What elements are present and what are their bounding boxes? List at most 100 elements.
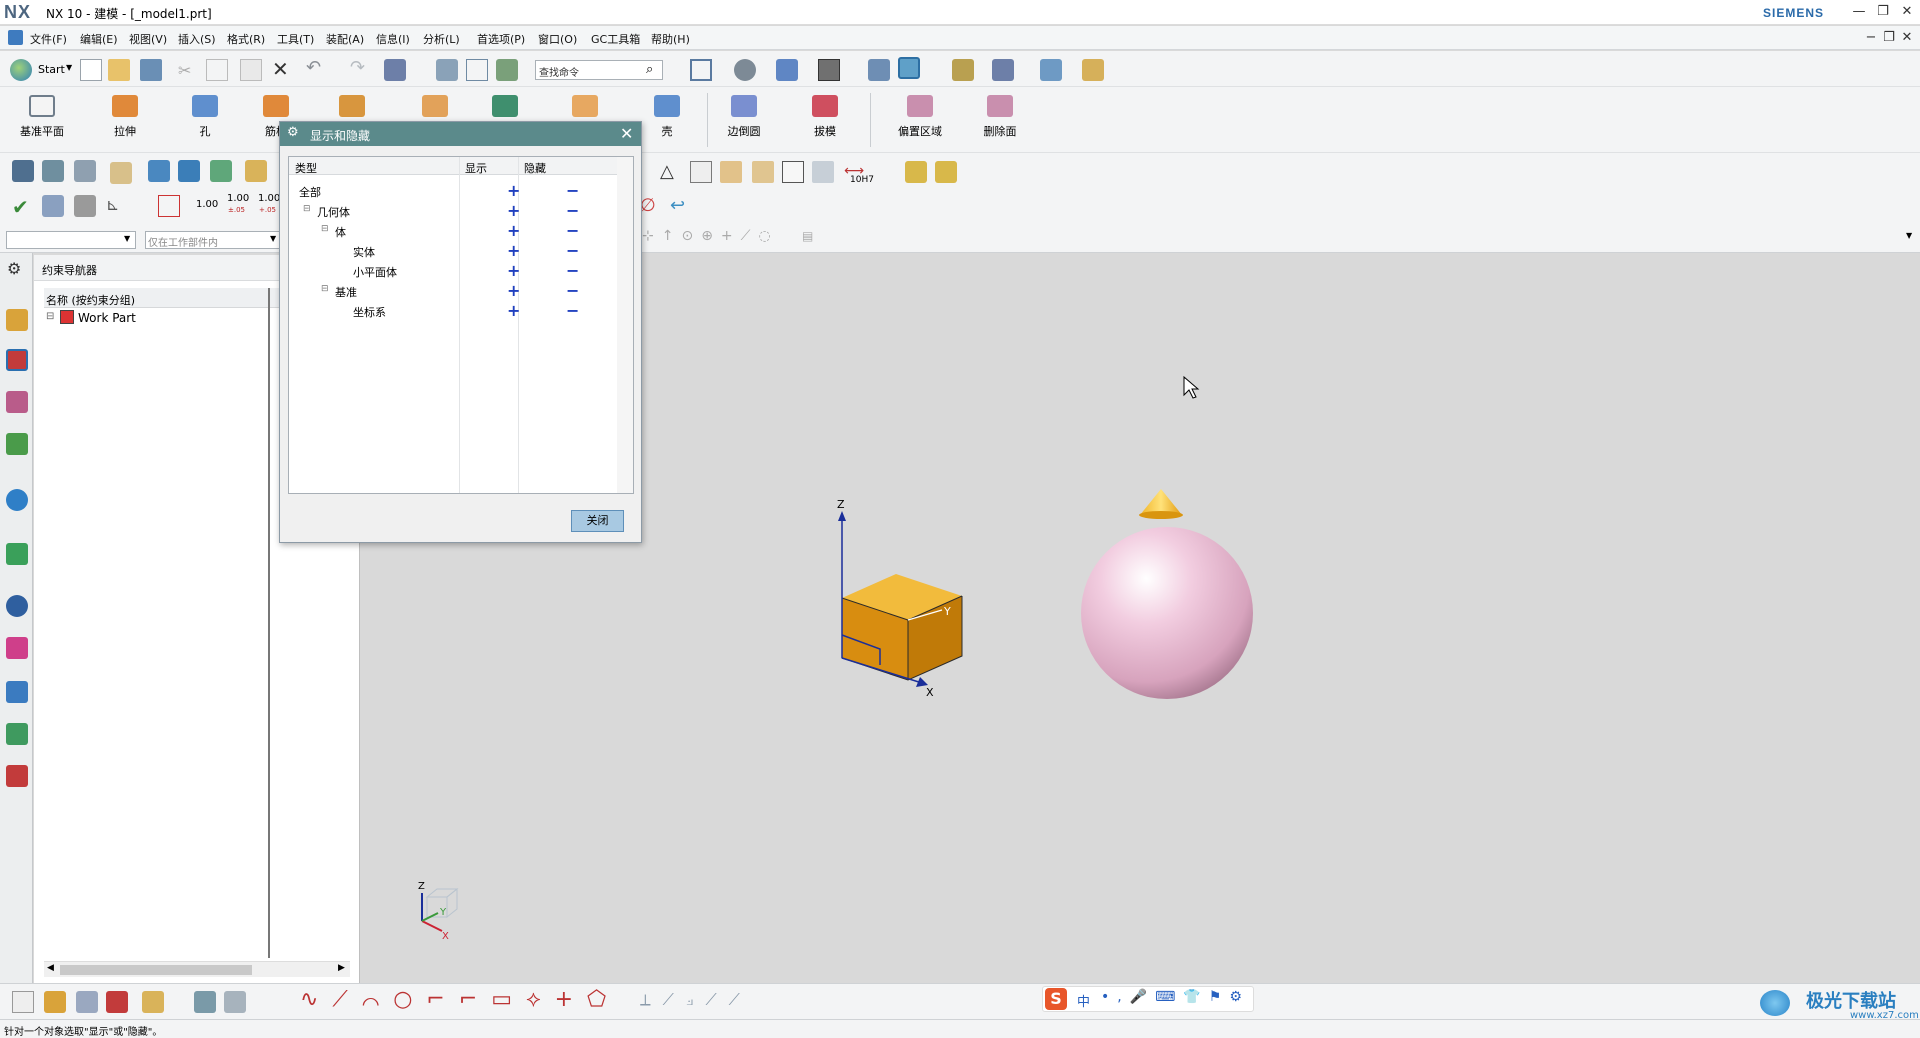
web-browser-icon[interactable] bbox=[6, 543, 28, 565]
menu-assembly[interactable]: 装配(A) bbox=[326, 31, 364, 47]
show-plus-icon[interactable]: + bbox=[507, 301, 520, 320]
orient-view-icon[interactable] bbox=[776, 59, 798, 81]
menu-format[interactable]: 格式(R) bbox=[227, 31, 265, 47]
show-plus-icon[interactable]: + bbox=[507, 181, 520, 200]
paste-icon[interactable] bbox=[240, 59, 262, 81]
render-style-icon[interactable] bbox=[734, 59, 756, 81]
table-icon[interactable] bbox=[690, 161, 712, 183]
system-scene-icon[interactable] bbox=[6, 765, 28, 787]
show-plus-icon[interactable]: + bbox=[507, 241, 520, 260]
type-filter-dropdown[interactable]: ▼ bbox=[6, 231, 136, 249]
visualization-icon[interactable] bbox=[952, 59, 974, 81]
menu-analysis[interactable]: 分析(L) bbox=[423, 31, 460, 47]
hide-minus-icon[interactable]: − bbox=[566, 261, 579, 280]
datum-plane-button[interactable]: 基准平面 bbox=[12, 89, 72, 143]
note-icon[interactable] bbox=[782, 161, 804, 183]
tool-icon[interactable] bbox=[178, 160, 200, 182]
menu-gc-toolbox[interactable]: GC工具箱 bbox=[591, 31, 640, 47]
constraint-navigator-icon[interactable] bbox=[6, 349, 28, 371]
settings-gear-icon[interactable]: ⚙ bbox=[7, 259, 21, 278]
doc-close-button[interactable]: ✕ bbox=[1896, 29, 1918, 47]
ime-toolbar[interactable]: S 中 •,🎤⌨👕⚑⚙ bbox=[1042, 986, 1254, 1012]
delete-icon[interactable]: ✕ bbox=[272, 57, 294, 81]
dim-value-2[interactable]: 1.00 bbox=[227, 193, 249, 204]
menu-insert[interactable]: 插入(S) bbox=[178, 31, 216, 47]
sphere-body[interactable] bbox=[1081, 527, 1253, 699]
column-divider[interactable] bbox=[268, 288, 270, 958]
symbol-icon[interactable] bbox=[752, 161, 774, 183]
finish-sketch-icon[interactable] bbox=[224, 991, 246, 1013]
menu-tools[interactable]: 工具(T) bbox=[277, 31, 314, 47]
redo-icon[interactable]: ↷ bbox=[350, 57, 372, 79]
col-hide-header[interactable]: 隐藏 bbox=[524, 160, 546, 176]
show-plus-icon[interactable]: + bbox=[507, 221, 520, 240]
gc-tool2-icon[interactable] bbox=[935, 161, 957, 183]
scroll-right-icon[interactable]: ▶ bbox=[338, 963, 345, 973]
selection-filter-icon[interactable] bbox=[992, 59, 1014, 81]
start-dropdown-icon[interactable]: ▼ bbox=[66, 63, 72, 72]
annotation-icon[interactable] bbox=[720, 161, 742, 183]
layer-settings-icon[interactable] bbox=[42, 160, 64, 182]
edge-blend-button[interactable]: 边倒圆 bbox=[714, 89, 774, 143]
grid-table-icon[interactable] bbox=[74, 195, 96, 217]
command-search-input[interactable]: 查找命令 ⌕ bbox=[535, 60, 663, 80]
snap-point-icons[interactable]: ⊹↑⊙⊕+⟋◌ bbox=[642, 228, 779, 244]
dialog-title-bar[interactable]: ⚙ 显示和隐藏 ✕ bbox=[280, 122, 641, 146]
dim-value-1[interactable]: 1.00 bbox=[196, 199, 218, 210]
edit-section-icon[interactable] bbox=[868, 59, 890, 81]
start-button[interactable]: Start bbox=[38, 63, 65, 76]
circle-slash-icon[interactable]: ∅ bbox=[640, 195, 662, 217]
restore-button[interactable]: ❐ bbox=[1872, 3, 1894, 21]
toolbar-overflow-icon[interactable]: ▼ bbox=[1906, 231, 1912, 240]
delete-face-button[interactable]: 删除面 bbox=[970, 89, 1030, 143]
hide-minus-icon[interactable]: − bbox=[566, 201, 579, 220]
window-icon[interactable] bbox=[466, 59, 488, 81]
axis-icon[interactable]: ⊾ bbox=[106, 195, 128, 217]
background-icon[interactable] bbox=[818, 59, 840, 81]
col-show-header[interactable]: 显示 bbox=[465, 160, 487, 176]
brush-icon[interactable] bbox=[812, 161, 834, 183]
show-plus-icon[interactable]: + bbox=[507, 261, 520, 280]
start-icon[interactable] bbox=[10, 59, 32, 81]
sketch-curve-tools[interactable]: ∿⟋⌒○⌐⌐▭⟡+⬠ bbox=[300, 987, 620, 1012]
cut-icon[interactable]: ✂ bbox=[178, 61, 200, 83]
return-arrow-icon[interactable]: ↩ bbox=[670, 195, 692, 217]
menu-view[interactable]: 视图(V) bbox=[129, 31, 167, 47]
hand-icon[interactable] bbox=[110, 162, 132, 184]
horizontal-scrollbar[interactable]: ◀ ▶ bbox=[44, 961, 350, 977]
component-array-icon[interactable] bbox=[142, 991, 164, 1013]
draft-button[interactable]: 拔模 bbox=[795, 89, 855, 143]
assembly-navigator-icon[interactable] bbox=[6, 309, 28, 331]
layer-icon[interactable] bbox=[496, 59, 518, 81]
hide-minus-icon[interactable]: − bbox=[566, 181, 579, 200]
type-row[interactable]: ⊟ 基准 + − bbox=[291, 281, 631, 301]
app-menu-icon[interactable] bbox=[8, 30, 23, 45]
roles-icon[interactable] bbox=[6, 723, 28, 745]
col-type-header[interactable]: 类型 bbox=[295, 160, 317, 176]
ime-language[interactable]: 中 bbox=[1077, 991, 1090, 1010]
tree-toggle-icon[interactable]: ⊟ bbox=[321, 224, 329, 234]
dialog-close-button[interactable]: 关闭 bbox=[571, 510, 624, 532]
type-row[interactable]: 全部 + − bbox=[291, 181, 631, 201]
collapse-icon[interactable]: ⊟ bbox=[46, 311, 54, 322]
minimize-button[interactable]: — bbox=[1848, 3, 1870, 21]
hide-minus-icon[interactable]: − bbox=[566, 241, 579, 260]
gc-tool-icon[interactable] bbox=[905, 161, 927, 183]
menu-help[interactable]: 帮助(H) bbox=[651, 31, 690, 47]
scrollbar-thumb[interactable] bbox=[60, 965, 252, 975]
sketch-icon[interactable] bbox=[194, 991, 216, 1013]
sogou-logo-icon[interactable]: S bbox=[1045, 988, 1067, 1010]
type-row[interactable]: ⊟ 几何体 + − bbox=[291, 201, 631, 221]
check-icon[interactable]: ✔ bbox=[12, 195, 34, 219]
type-row[interactable]: 实体 + − bbox=[291, 241, 631, 261]
add-component-icon[interactable] bbox=[44, 991, 66, 1013]
close-window-button[interactable]: ✕ bbox=[1896, 3, 1918, 21]
hd3d-tools-icon[interactable] bbox=[6, 489, 28, 511]
type-row[interactable]: ⊟ 体 + − bbox=[291, 221, 631, 241]
show-plus-icon[interactable]: + bbox=[507, 281, 520, 300]
selection-icon[interactable] bbox=[384, 59, 406, 81]
shell-button[interactable]: 壳 bbox=[637, 89, 697, 143]
part-icon[interactable] bbox=[210, 160, 232, 182]
check-mate-icon[interactable] bbox=[42, 195, 64, 217]
triangle-icon[interactable]: △ bbox=[660, 161, 682, 183]
